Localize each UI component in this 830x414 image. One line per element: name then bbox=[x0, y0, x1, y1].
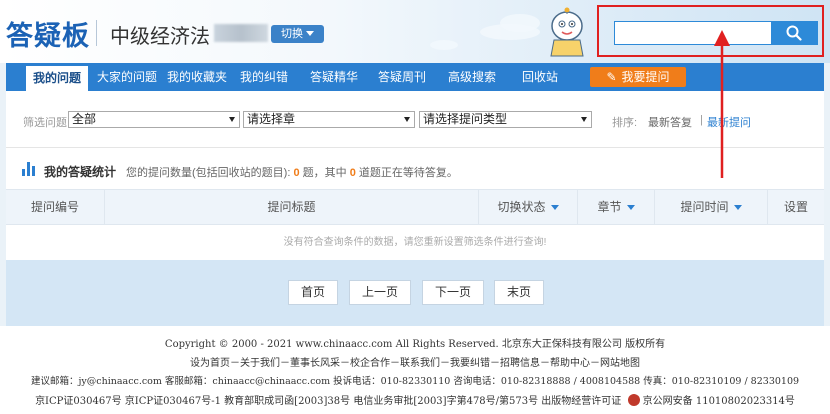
col-status-label: 切换状态 bbox=[497, 200, 546, 214]
col-question-id: 提问编号 bbox=[30, 200, 79, 214]
col-question-time-label: 提问时间 bbox=[680, 200, 729, 214]
stats-text-prefix: 您的提问数量(包括回收站的题目): bbox=[126, 167, 291, 179]
questions-panel: 筛选问题 全部 请选择章 请选择提问类型 排序: 最新答复 | 最新提问 我的答… bbox=[6, 91, 824, 260]
site-header: 答疑板 中级经济法 切换 bbox=[0, 0, 830, 63]
chevron-down-icon bbox=[626, 205, 635, 210]
cloud-decoration bbox=[430, 40, 458, 50]
footer-police-record[interactable]: 京公网安备 11010802023314号 bbox=[643, 396, 795, 407]
stats-text-mid: 题，其中 bbox=[302, 167, 347, 179]
ask-question-button[interactable]: ✎ 我要提问 bbox=[590, 67, 686, 87]
footer-license-text: 京ICP证030467号 京ICP证030467号-1 教育部职成司函[2003… bbox=[35, 396, 622, 407]
footer-contact: 建议邮箱：jy@chinaacc.com 客服邮箱：chinaacc@china… bbox=[30, 376, 800, 387]
footer-links[interactable]: 设为首页－关于我们－董事长风采－校企合作－联系我们－我要纠错－招聘信息－帮助中心… bbox=[0, 354, 830, 369]
chapter-select[interactable]: 请选择章 bbox=[243, 111, 415, 128]
sort-latest-question[interactable]: 最新提问 bbox=[707, 114, 751, 130]
status-select-value: 全部 bbox=[72, 112, 97, 126]
nav-my-favorites[interactable]: 我的收藏夹 bbox=[164, 63, 230, 91]
cloud-decoration bbox=[480, 24, 540, 40]
filter-label: 筛选问题 bbox=[23, 117, 67, 129]
status-select[interactable]: 全部 bbox=[68, 111, 240, 128]
col-question-title: 提问标题 bbox=[267, 200, 316, 214]
nav-my-corrections[interactable]: 我的纠错 bbox=[236, 63, 292, 91]
chevron-down-icon bbox=[306, 31, 314, 36]
pencil-icon: ✎ bbox=[606, 70, 617, 84]
stats-waiting-count: 0 bbox=[349, 167, 356, 179]
blurred-text bbox=[214, 24, 268, 42]
stats-total-count: 0 bbox=[293, 167, 300, 179]
chevron-down-icon bbox=[229, 117, 235, 122]
chevron-down-icon bbox=[404, 117, 410, 122]
switch-course-label: 切换 bbox=[281, 28, 303, 40]
stats-section: 我的答疑统计 您的提问数量(包括回收站的题目): 0 题，其中 0 道题正在等待… bbox=[6, 147, 824, 189]
question-type-select[interactable]: 请选择提问类型 bbox=[419, 111, 592, 128]
ask-question-label: 我要提问 bbox=[621, 70, 670, 84]
first-page-button[interactable]: 首页 bbox=[288, 280, 338, 305]
table-header: 提问编号 提问标题 切换状态 章节 提问时间 设置 bbox=[6, 189, 824, 225]
police-badge-icon bbox=[627, 394, 640, 406]
bar-chart-icon bbox=[22, 162, 36, 176]
chevron-down-icon bbox=[733, 205, 742, 210]
footer-licenses: 京ICP证030467号 京ICP证030467号-1 教育部职成司函[2003… bbox=[0, 392, 830, 407]
col-status[interactable]: 切换状态 bbox=[479, 190, 577, 224]
logo-divider bbox=[96, 20, 97, 46]
course-title: 中级经济法 bbox=[110, 24, 210, 48]
col-settings: 设置 bbox=[783, 200, 808, 214]
mascot-icon bbox=[550, 7, 584, 57]
filter-bar: 筛选问题 全部 请选择章 请选择提问类型 排序: 最新答复 | 最新提问 bbox=[6, 91, 824, 147]
stats-summary: 您的提问数量(包括回收站的题目): 0 题，其中 0 道题正在等待答复。 bbox=[126, 164, 458, 180]
logo[interactable]: 答疑板 bbox=[6, 14, 90, 53]
site-footer: Copyright © 2000 - 2021 www.chinaacc.com… bbox=[0, 326, 830, 414]
stats-text-suffix: 道题正在等待答复。 bbox=[358, 167, 458, 179]
nav-all-questions[interactable]: 大家的问题 bbox=[94, 63, 160, 91]
stats-title: 我的答疑统计 bbox=[44, 165, 117, 179]
nav-recycle-bin[interactable]: 回收站 bbox=[512, 63, 568, 91]
sort-label: 排序: bbox=[612, 117, 638, 129]
last-page-button[interactable]: 末页 bbox=[494, 280, 544, 305]
switch-course-button[interactable]: 切换 bbox=[271, 25, 324, 43]
col-chapter-label: 章节 bbox=[597, 200, 622, 214]
chevron-down-icon bbox=[550, 205, 559, 210]
sort-divider: | bbox=[700, 114, 703, 126]
main-nav: 我的问题 大家的问题 我的收藏夹 我的纠错 答疑精华 答疑周刊 高级搜索 回收站… bbox=[6, 63, 824, 91]
footer-copyright: Copyright © 2000 - 2021 www.chinaacc.com… bbox=[164, 339, 666, 350]
chapter-select-value: 请选择章 bbox=[247, 112, 296, 126]
nav-featured-answers[interactable]: 答疑精华 bbox=[304, 63, 364, 91]
pagination: 首页 上一页 下一页 末页 bbox=[6, 260, 824, 326]
question-type-select-value: 请选择提问类型 bbox=[423, 112, 508, 126]
prev-page-button[interactable]: 上一页 bbox=[349, 280, 411, 305]
col-chapter[interactable]: 章节 bbox=[578, 190, 654, 224]
chevron-down-icon bbox=[581, 117, 587, 122]
col-question-time[interactable]: 提问时间 bbox=[655, 190, 767, 224]
search-highlight-box bbox=[597, 5, 824, 57]
empty-message: 没有符合查询条件的数据，请您重新设置筛选条件进行查询! bbox=[283, 237, 547, 248]
next-page-button[interactable]: 下一页 bbox=[422, 280, 484, 305]
nav-my-questions[interactable]: 我的问题 bbox=[26, 66, 88, 91]
nav-advanced-search[interactable]: 高级搜索 bbox=[442, 63, 502, 91]
sort-latest-answer[interactable]: 最新答复 bbox=[648, 114, 692, 130]
nav-weekly[interactable]: 答疑周刊 bbox=[372, 63, 432, 91]
